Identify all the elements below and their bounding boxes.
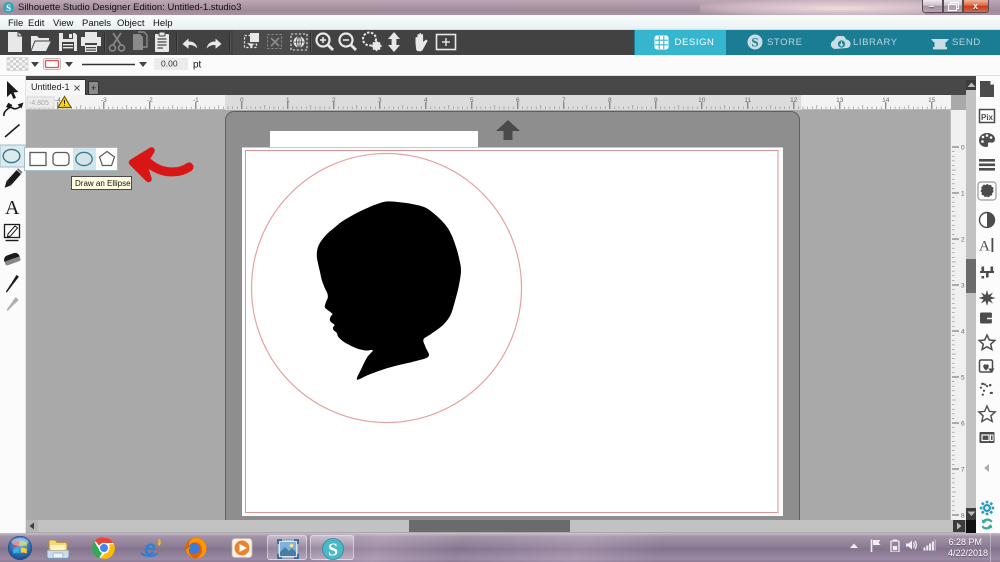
svg-text:0: 0: [961, 145, 965, 152]
svg-text:!: !: [63, 99, 66, 108]
svg-text:11: 11: [744, 97, 751, 104]
svg-text:8: 8: [608, 97, 612, 104]
svg-text:8: 8: [961, 513, 965, 520]
svg-text:1: 1: [286, 97, 290, 104]
svg-text:15: 15: [928, 97, 936, 104]
svg-text:-3: -3: [101, 97, 107, 104]
svg-text:9: 9: [654, 97, 658, 104]
svg-text:2: 2: [961, 237, 965, 244]
svg-text:-4.805: -4.805: [29, 100, 49, 107]
svg-text:4: 4: [424, 97, 428, 104]
svg-text:2: 2: [332, 97, 336, 104]
svg-text:A: A: [5, 197, 20, 219]
svg-text:1: 1: [961, 191, 965, 198]
svg-text:0: 0: [240, 97, 244, 104]
svg-text:S: S: [6, 3, 11, 13]
svg-text:pt: pt: [193, 60, 202, 71]
svg-text:-2: -2: [147, 97, 153, 104]
svg-text:6: 6: [516, 97, 520, 104]
svg-text:3: 3: [378, 97, 382, 104]
svg-text:7: 7: [562, 97, 566, 104]
svg-text:10: 10: [698, 97, 706, 104]
svg-text:0.00: 0.00: [161, 59, 178, 69]
svg-text:4: 4: [961, 329, 965, 336]
svg-text:14: 14: [882, 97, 890, 104]
svg-text:13: 13: [836, 97, 844, 104]
svg-text:S: S: [751, 35, 758, 50]
svg-text:5: 5: [961, 375, 965, 382]
svg-text:6: 6: [961, 421, 965, 428]
svg-text:5: 5: [470, 97, 474, 104]
svg-text:-1: -1: [193, 97, 199, 104]
svg-text:12: 12: [790, 97, 798, 104]
svg-text:S: S: [328, 540, 338, 560]
svg-text:7: 7: [961, 467, 965, 474]
svg-text:Pix: Pix: [981, 113, 994, 122]
svg-text:3: 3: [961, 283, 965, 290]
svg-text:A: A: [979, 239, 990, 255]
